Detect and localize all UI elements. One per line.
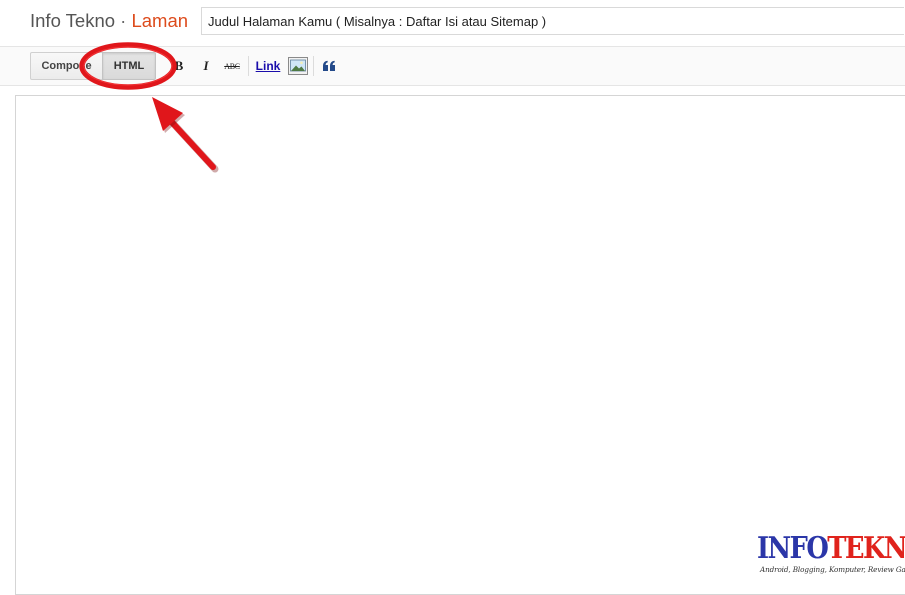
toolbar-divider: [248, 56, 249, 76]
editor-header: Info Tekno · Laman: [0, 0, 905, 46]
toolbar-divider: [313, 56, 314, 76]
infotekno-watermark: INFOTEKNO Android, Blogging, Komputer, R…: [757, 532, 905, 580]
section-label: Laman: [131, 10, 189, 31]
page-title: Info Tekno · Laman: [30, 9, 188, 33]
html-mode-button[interactable]: HTML: [102, 52, 156, 80]
insert-image-button[interactable]: [288, 57, 308, 75]
blog-name[interactable]: Info Tekno: [30, 10, 115, 31]
watermark-tagline: Android, Blogging, Komputer, Review Gadg…: [760, 565, 905, 574]
title-separator: ·: [120, 10, 127, 31]
strikethrough-label: ABC: [224, 61, 240, 71]
image-icon: [288, 57, 308, 75]
link-button[interactable]: Link: [255, 57, 281, 75]
bold-button[interactable]: B: [172, 57, 186, 75]
blockquote-button[interactable]: [321, 57, 337, 75]
watermark-tekno: TEKNO: [827, 531, 905, 566]
watermark-info: INFO: [757, 531, 829, 566]
bold-label: B: [174, 58, 184, 73]
italic-button[interactable]: I: [199, 57, 213, 75]
html-editor-area[interactable]: [15, 95, 905, 595]
html-mode-label: HTML: [113, 60, 145, 72]
editor-toolbar: Compose HTML B I ABC Link: [0, 46, 905, 86]
strikethrough-button[interactable]: ABC: [222, 57, 242, 75]
compose-mode-label: Compose: [41, 60, 92, 72]
quote-icon: [323, 60, 335, 71]
link-label: Link: [255, 59, 281, 73]
watermark-logo-text: INFOTEKNO: [757, 532, 905, 566]
italic-label: I: [203, 58, 209, 73]
compose-mode-button[interactable]: Compose: [30, 52, 103, 80]
page-title-input[interactable]: [201, 7, 904, 35]
